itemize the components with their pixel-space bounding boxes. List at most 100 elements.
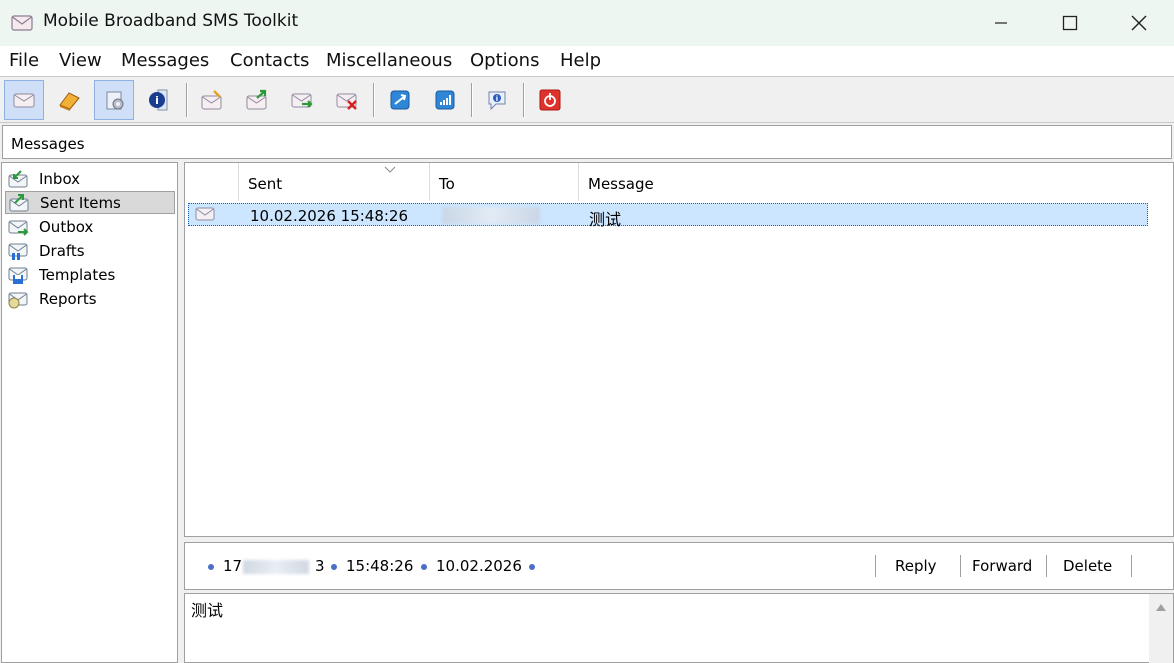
toolbar-separator [471,83,473,117]
exit-button[interactable] [530,80,570,120]
list-header: Sent To Message [185,163,1173,201]
receive-message-button[interactable] [282,80,322,120]
menu-help[interactable]: Help [560,50,601,71]
settings-view-icon [106,91,124,110]
column-header-icon[interactable] [185,163,239,201]
message-body-text: 测试 [191,601,224,620]
signal-icon [435,90,455,110]
minimize-icon [995,22,1007,24]
divider [960,555,961,577]
detail-time: 15:48:26 [346,557,414,575]
minimize-button[interactable] [966,0,1036,46]
delete-message-icon [336,93,357,110]
sidebar-item-outbox[interactable]: Outbox [5,215,175,238]
exit-icon [539,89,561,111]
column-header-message[interactable]: Message [579,163,1173,201]
menu-options[interactable]: Options [470,50,539,71]
menu-view[interactable]: View [59,50,102,71]
bullet-dot [208,564,214,570]
delete-button[interactable]: Delete [1063,557,1112,575]
section-title: Messages [11,135,85,153]
window-title: Mobile Broadband SMS Toolkit [43,11,299,31]
toolbar-separator [186,83,188,117]
vertical-scrollbar[interactable] [1149,594,1173,663]
maximize-icon [1062,15,1078,31]
row-message-text: 测试 [589,210,622,229]
connect-icon [390,90,410,110]
reply-button[interactable]: Reply [895,557,937,575]
new-message-icon [201,90,222,110]
folder-sidebar: Inbox Sent Items Outbox Drafts Templates… [1,162,178,663]
toolbar-separator [373,83,375,117]
scroll-up-arrow-icon[interactable] [1155,602,1167,612]
info-view-button[interactable]: i [139,80,179,120]
forward-button[interactable]: Forward [972,557,1032,575]
info-view-icon: i [149,89,168,111]
detail-date: 10.02.2026 [436,557,522,575]
divider [875,555,876,577]
drafts-icon [5,240,31,262]
message-list: Sent To Message 10.02.2026 15:48:26 测试 [184,162,1174,537]
inbox-icon [5,168,31,190]
message-envelope-icon [195,206,215,226]
column-header-label: To [439,175,455,193]
send-message-button[interactable] [237,80,277,120]
divider [1046,555,1047,577]
sort-descending-icon [384,166,396,173]
sidebar-item-reports[interactable]: Reports [5,287,175,310]
sidebar-item-sent-items[interactable]: Sent Items [5,191,175,214]
toolbar-separator [523,83,525,117]
svg-text:i: i [496,95,498,103]
message-detail-bar: 17 3 15:48:26 10.02.2026 Reply Forward D… [184,542,1174,590]
close-icon [1131,15,1147,31]
column-header-label: Message [588,175,654,193]
sidebar-item-label: Templates [39,265,116,284]
sidebar-item-label: Sent Items [40,193,121,212]
about-icon: i [488,91,506,111]
bullet-dot [331,564,337,570]
message-body[interactable]: 测试 [184,593,1174,663]
section-header: Messages [2,125,1172,159]
templates-icon [5,264,31,286]
row-recipient-redacted [442,207,540,224]
sidebar-item-label: Outbox [39,217,94,236]
sidebar-item-inbox[interactable]: Inbox [5,167,175,190]
svg-text:i: i [155,94,159,107]
bullet-dot [421,564,427,570]
recipient-number-redacted [243,560,309,574]
about-button[interactable]: i [477,80,517,120]
new-message-button[interactable] [192,80,232,120]
delete-message-button[interactable] [327,80,367,120]
outbox-icon [5,216,31,238]
sidebar-item-templates[interactable]: Templates [5,263,175,286]
sidebar-item-label: Reports [39,289,97,308]
sent-items-icon [6,192,32,214]
title-bar: Mobile Broadband SMS Toolkit [0,0,1174,46]
connect-button[interactable] [380,80,420,120]
maximize-button[interactable] [1035,0,1105,46]
messages-view-button[interactable] [4,80,44,120]
sidebar-item-label: Inbox [39,169,81,188]
menu-contacts[interactable]: Contacts [230,50,309,71]
divider [1131,555,1132,577]
reports-icon [5,288,31,310]
send-message-icon [246,89,267,110]
close-button[interactable] [1104,0,1174,46]
menu-miscellaneous[interactable]: Miscellaneous [326,50,452,71]
signal-button[interactable] [425,80,465,120]
recipient-number-suffix: 3 [315,557,325,575]
receive-message-icon [291,93,313,108]
column-header-sent[interactable]: Sent [239,163,430,201]
column-header-to[interactable]: To [430,163,579,201]
bullet-dot [529,564,535,570]
contacts-view-button[interactable] [49,80,89,120]
settings-view-button[interactable] [94,80,134,120]
sidebar-item-drafts[interactable]: Drafts [5,239,175,262]
table-row[interactable]: 10.02.2026 15:48:26 测试 [188,203,1148,229]
recipient-number-prefix: 17 [223,557,243,575]
row-sent-date: 10.02.2026 15:48:26 [250,207,409,225]
messages-view-icon [13,93,35,108]
menu-file[interactable]: File [9,50,39,71]
menu-messages[interactable]: Messages [121,50,209,71]
menu-bar: File View Messages Contacts Miscellaneou… [0,46,1174,76]
